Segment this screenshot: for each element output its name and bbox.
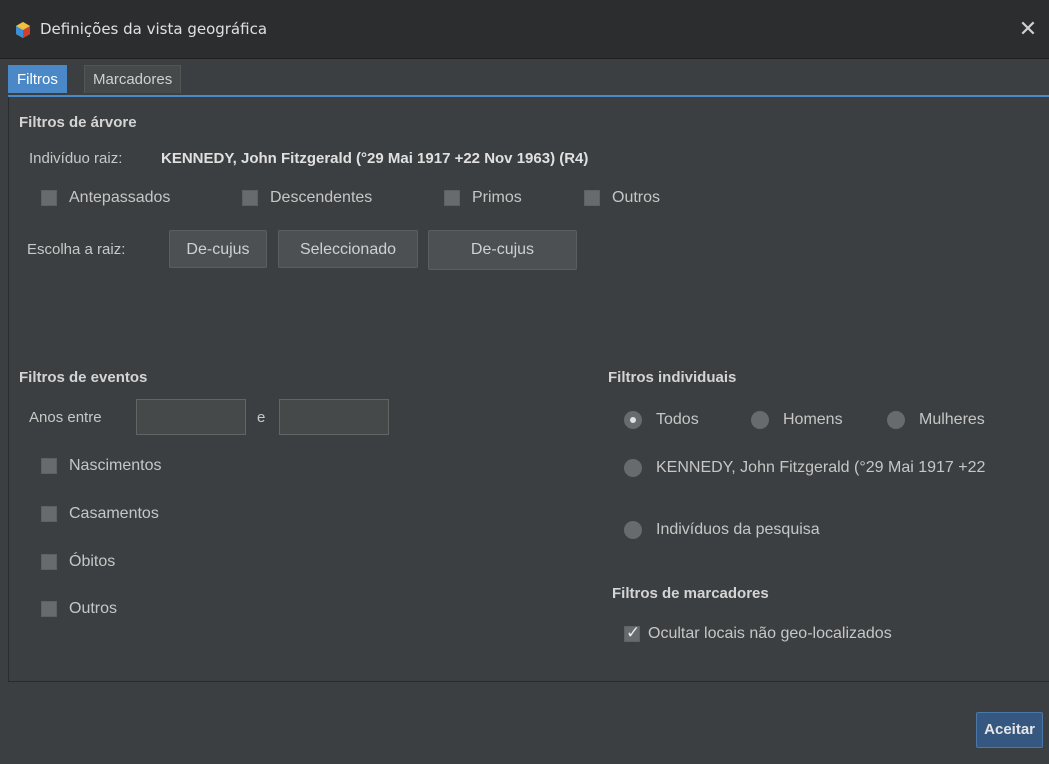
title-bar: Definições da vista geográfica ✕ [0, 0, 1049, 59]
radio-root-individual[interactable]: KENNEDY, John Fitzgerald (°29 Mai 1917 +… [624, 459, 1049, 477]
checkbox-hide-unlocated[interactable]: Ocultar locais não geo-localizados [624, 623, 892, 643]
checkbox-box [41, 506, 57, 522]
radio-label: Homens [783, 411, 843, 428]
root-individual-value: KENNEDY, John Fitzgerald (°29 Mai 1917 +… [161, 150, 589, 167]
year-to-input[interactable] [279, 399, 389, 435]
radio-dot [624, 411, 642, 429]
close-button[interactable]: ✕ [1013, 14, 1043, 44]
tab-filtros[interactable]: Filtros [8, 65, 67, 93]
checkbox-label: Ocultar locais não geo-localizados [648, 625, 892, 642]
checkbox-box [41, 458, 57, 474]
window-title: Definições da vista geográfica [40, 20, 268, 38]
radio-dot [887, 411, 905, 429]
radio-dot [751, 411, 769, 429]
checkmark-icon [624, 623, 640, 643]
tree-filters-title: Filtros de árvore [19, 114, 137, 131]
filters-panel: Filtros de árvore Indivíduo raiz: KENNED… [8, 97, 1049, 681]
checkbox-label: Primos [472, 189, 522, 206]
radio-dot [624, 459, 642, 477]
accept-button[interactable]: Aceitar [976, 712, 1043, 748]
radio-label: Todos [656, 411, 699, 428]
app-logo-icon [16, 22, 30, 38]
checkbox-box [444, 190, 460, 206]
individual-filters-title: Filtros individuais [608, 369, 737, 386]
choose-root-label: Escolha a raiz: [27, 241, 126, 258]
checkbox-box [242, 190, 258, 206]
checkbox-box [41, 190, 57, 206]
checkbox-marriages[interactable]: Casamentos [41, 505, 159, 523]
selected-button[interactable]: Seleccionado [278, 230, 418, 268]
event-filters-title: Filtros de eventos [19, 369, 148, 386]
radio-label: Mulheres [919, 411, 985, 428]
checkbox-ancestors[interactable]: Antepassados [41, 189, 170, 207]
current-root-button[interactable]: De-cujus [428, 230, 577, 270]
checkbox-label: Outros [69, 600, 118, 617]
checkbox-tree-others[interactable]: Outros [584, 189, 660, 207]
tab-strip: Filtros Marcadores [8, 65, 1049, 97]
checkbox-births[interactable]: Nascimentos [41, 457, 161, 475]
checkbox-event-others[interactable]: Outros [41, 600, 117, 618]
checkbox-descendants[interactable]: Descendentes [242, 189, 372, 207]
year-from-input[interactable] [136, 399, 246, 435]
tab-marcadores[interactable]: Marcadores [84, 65, 182, 93]
radio-women[interactable]: Mulheres [887, 411, 985, 429]
radio-dot [624, 521, 642, 539]
close-icon: ✕ [1018, 16, 1038, 41]
checkbox-label: Outros [612, 189, 661, 206]
radio-label: Indivíduos da pesquisa [656, 521, 820, 538]
marker-filters-title: Filtros de marcadores [612, 585, 769, 602]
decujus-button[interactable]: De-cujus [169, 230, 267, 268]
checkbox-deaths[interactable]: Óbitos [41, 553, 115, 571]
checkbox-label: Nascimentos [69, 457, 162, 474]
checkbox-cousins[interactable]: Primos [444, 189, 522, 207]
and-label: e [257, 409, 266, 426]
years-between-label: Anos entre [29, 409, 102, 426]
radio-all[interactable]: Todos [624, 411, 699, 429]
checkbox-label: Óbitos [69, 553, 116, 570]
checkbox-label: Descendentes [270, 189, 373, 206]
radio-label: KENNEDY, John Fitzgerald (°29 Mai 1917 +… [656, 459, 986, 476]
root-individual-label: Indivíduo raiz: [29, 150, 123, 167]
dialog-footer: Aceitar [8, 681, 1049, 764]
checkbox-box [584, 190, 600, 206]
radio-search-individuals[interactable]: Indivíduos da pesquisa [624, 521, 820, 539]
checkbox-box [41, 601, 57, 617]
checkbox-label: Antepassados [69, 189, 171, 206]
checkbox-box [41, 554, 57, 570]
radio-men[interactable]: Homens [751, 411, 843, 429]
checkbox-label: Casamentos [69, 505, 159, 522]
